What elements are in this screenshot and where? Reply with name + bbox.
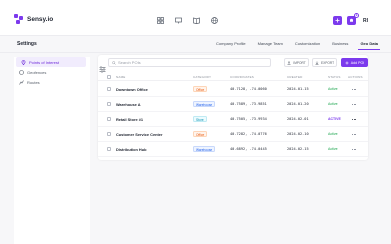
poi-name: Downtown Office — [116, 87, 148, 92]
top-nav-icons — [157, 17, 218, 24]
poi-created-date: 2024-02-01 — [287, 117, 309, 121]
sidebar-item-geofences[interactable]: Geofences — [14, 67, 90, 77]
status-badge: ACTIVE — [328, 117, 341, 121]
poi-coordinates: 40.7282, -74.0776 — [230, 132, 267, 136]
category-badge: Warehouse — [193, 101, 216, 107]
table-row[interactable]: Customer Service Center Office 40.7282, … — [98, 127, 368, 142]
tab-manage-team[interactable]: Manage Team — [258, 41, 283, 46]
brand[interactable]: Sensy.io — [14, 14, 53, 24]
more-actions-icon[interactable] — [351, 87, 357, 91]
upload-icon — [287, 60, 291, 65]
column-header-category[interactable]: CATEGORY — [193, 75, 211, 79]
more-actions-icon[interactable] — [351, 132, 357, 136]
column-header-name[interactable]: NAME — [116, 75, 125, 79]
sidebar-item-points-of-interest[interactable]: Points of Interest — [16, 57, 86, 67]
table-row[interactable]: Distribution Hub Warehouse 40.6892, -74.… — [98, 142, 368, 157]
poi-created-date: 2024-01-20 — [287, 102, 309, 106]
row-checkbox[interactable] — [107, 87, 111, 91]
select-all-checkbox[interactable] — [107, 74, 111, 79]
poi-name: Customer Service Center — [116, 132, 163, 137]
plus-icon — [345, 61, 349, 64]
sidebar-item-label: Geofences — [27, 69, 47, 75]
table-row[interactable]: Retail Store #1 Store 40.7505, -73.9934 … — [98, 112, 368, 127]
table-header: NAME CATEGORY COORDINATES CREATED STATUS… — [98, 73, 368, 81]
poi-created-date: 2024-01-15 — [287, 87, 309, 91]
table-row[interactable]: Downtown Office Office 40.7128, -74.0060… — [98, 82, 368, 97]
tab-company-profile[interactable]: Company Profile — [216, 41, 246, 46]
globe-icon[interactable] — [211, 17, 218, 24]
more-actions-icon[interactable] — [351, 102, 357, 106]
sidebar-item-label: Points of Interest — [29, 59, 60, 65]
poi-coordinates: 40.7505, -73.9934 — [230, 117, 267, 121]
brand-name: Sensy.io — [27, 15, 54, 23]
column-header-coordinates[interactable]: COORDINATES — [230, 75, 254, 79]
page-title: Settings — [17, 41, 37, 47]
poi-name: Distribution Hub — [116, 147, 147, 152]
export-button[interactable]: EXPORT — [312, 58, 337, 67]
row-checkbox[interactable] — [107, 147, 111, 151]
column-header-created[interactable]: CREATED — [287, 75, 303, 79]
poi-created-date: 2024-02-10 — [287, 132, 309, 136]
download-icon — [315, 61, 319, 65]
route-icon — [19, 79, 24, 85]
top-right-actions: 1 RI — [333, 13, 368, 25]
poi-panel: IMPORT EXPORT Add POI NAME CATEGORY COOR… — [98, 55, 368, 160]
add-poi-label: Add POI — [350, 60, 365, 65]
import-label: IMPORT — [293, 60, 306, 65]
row-checkbox[interactable] — [107, 132, 111, 136]
export-label: EXPORT — [320, 60, 335, 65]
grid-icon[interactable] — [157, 17, 164, 24]
category-badge: Office — [193, 86, 208, 92]
row-checkbox[interactable] — [107, 117, 111, 121]
notifications-button[interactable]: 1 — [347, 13, 359, 25]
sidebar: Points of Interest Geofences Routes — [14, 57, 90, 244]
import-button[interactable]: IMPORT — [284, 58, 309, 67]
brand-logo-icon — [14, 14, 24, 24]
more-actions-icon[interactable] — [351, 147, 357, 151]
poi-coordinates: 40.6892, -74.0445 — [230, 147, 267, 151]
poi-coordinates: 40.7128, -74.0060 — [230, 87, 267, 91]
column-header-actions: ACTIONS — [348, 75, 363, 79]
divider — [0, 52, 391, 53]
monitor-icon[interactable] — [175, 17, 182, 24]
map-pin-icon — [21, 59, 26, 65]
status-badge: Active — [328, 132, 338, 136]
sidebar-item-routes[interactable]: Routes — [14, 77, 90, 87]
avatar[interactable]: RI — [363, 18, 368, 24]
notification-badge: 1 — [354, 13, 359, 18]
category-badge: Warehouse — [193, 146, 216, 152]
book-icon[interactable] — [193, 17, 200, 24]
tab-geo-data[interactable]: Geo Data — [358, 41, 380, 50]
column-header-status[interactable]: STATUS — [328, 75, 341, 79]
category-badge: Office — [193, 131, 208, 137]
poi-name: Retail Store #1 — [116, 117, 144, 122]
category-badge: Store — [193, 116, 207, 122]
tab-customization[interactable]: Customization — [295, 41, 320, 46]
settings-header: Settings Company Profile Manage Team Cus… — [0, 36, 391, 53]
sidebar-item-label: Routes — [27, 79, 40, 85]
bell-icon — [350, 18, 353, 22]
status-badge: Active — [328, 147, 338, 151]
search-icon — [112, 60, 116, 65]
poi-coordinates: 40.7589, -73.9851 — [230, 102, 267, 106]
poi-name: Warehouse A — [116, 102, 141, 107]
poi-created-date: 2024-02-15 — [287, 147, 309, 151]
status-badge: Active — [328, 87, 338, 91]
geofence-icon — [19, 69, 24, 75]
more-actions-icon[interactable] — [351, 117, 357, 121]
status-badge: Active — [328, 102, 338, 106]
search-input[interactable] — [118, 59, 268, 66]
filter-icon[interactable] — [99, 60, 106, 73]
search-box — [108, 58, 271, 67]
top-bar: Sensy.io 1 RI — [0, 0, 391, 36]
settings-tabs: Company Profile Manage Team Customizatio… — [216, 41, 390, 50]
table-row[interactable]: Warehouse A Warehouse 40.7589, -73.9851 … — [98, 97, 368, 112]
add-button[interactable] — [333, 16, 342, 25]
tab-business[interactable]: Business — [332, 41, 348, 46]
add-poi-button[interactable]: Add POI — [341, 58, 368, 67]
plus-icon — [335, 18, 340, 23]
row-checkbox[interactable] — [107, 102, 111, 106]
